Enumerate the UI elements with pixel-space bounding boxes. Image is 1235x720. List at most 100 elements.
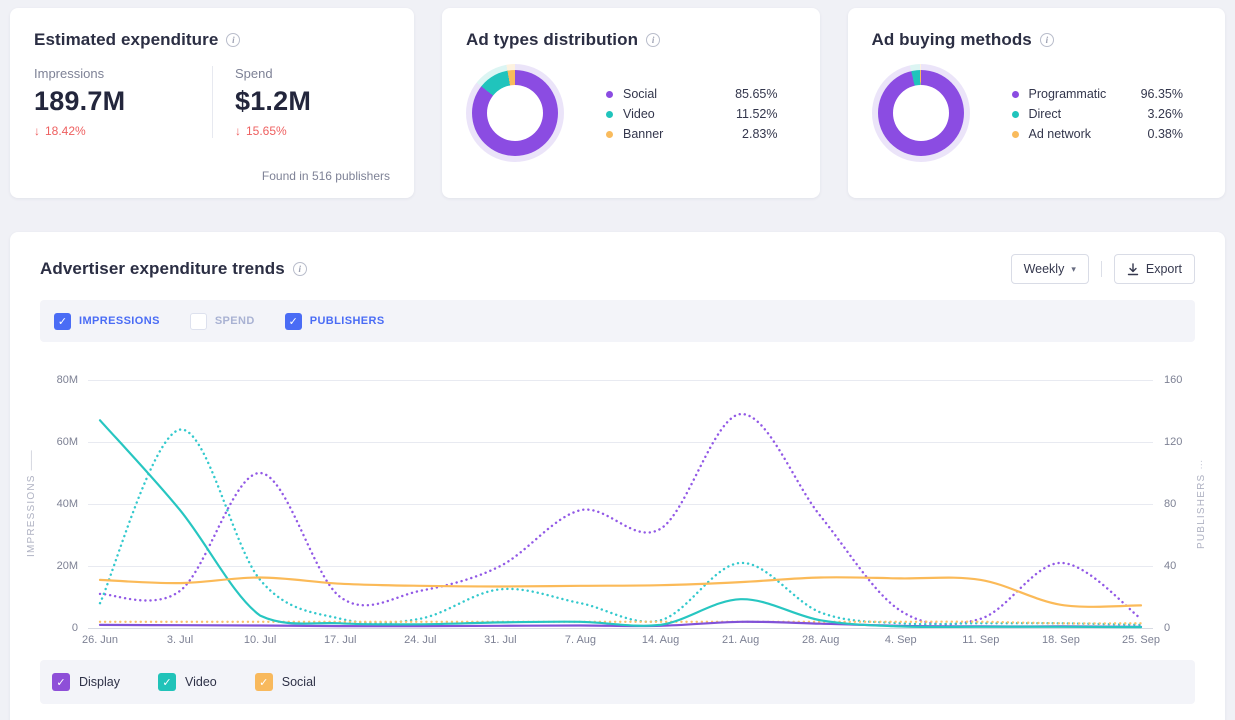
series-legend-bar: ✓ Display ✓ Video ✓ Social bbox=[40, 660, 1195, 704]
series-label: Video bbox=[185, 675, 217, 689]
info-icon[interactable]: i bbox=[226, 33, 240, 47]
metric-toggle-bar: ✓ IMPRESSIONS SPEND ✓ PUBLISHERS bbox=[40, 300, 1195, 342]
checkbox-checked-icon[interactable]: ✓ bbox=[285, 313, 302, 330]
x-axis-tick: 24. Jul bbox=[404, 634, 436, 646]
metric-toggle-spend[interactable]: SPEND bbox=[190, 313, 255, 330]
toggle-label: PUBLISHERS bbox=[310, 315, 385, 327]
series-toggle-video[interactable]: ✓ Video bbox=[158, 673, 217, 691]
ad-buying-donut-chart bbox=[872, 64, 970, 162]
trend-lines bbox=[88, 380, 1153, 628]
legend-label: Social bbox=[623, 87, 657, 101]
legend-row-programmatic: Programmatic 96.35% bbox=[1012, 84, 1184, 104]
x-axis-tick: 4. Sep bbox=[885, 634, 917, 646]
x-axis-tick: 26. Jun bbox=[82, 634, 118, 646]
x-axis-tick: 28. Aug bbox=[802, 634, 839, 646]
card-title: Ad buying methods bbox=[872, 30, 1032, 50]
legend-row-video: Video 11.52% bbox=[606, 104, 778, 124]
card-title: Estimated expenditure bbox=[34, 30, 218, 50]
publishers-footnote: Found in 516 publishers bbox=[262, 169, 390, 183]
legend-label: Programmatic bbox=[1029, 87, 1107, 101]
ad-types-donut-chart bbox=[466, 64, 564, 162]
right-axis-tick: 120 bbox=[1164, 436, 1182, 448]
x-axis-tick: 11. Sep bbox=[962, 634, 999, 646]
toggle-label: SPEND bbox=[215, 315, 255, 327]
toggle-label: IMPRESSIONS bbox=[79, 315, 160, 327]
ad-types-card: Ad types distribution i Social 85.65% Vide… bbox=[442, 8, 820, 198]
delta-value: 15.65% bbox=[246, 124, 287, 138]
info-icon[interactable]: i bbox=[646, 33, 660, 47]
x-axis-tick: 10. Jul bbox=[244, 634, 276, 646]
checkbox-checked-icon[interactable]: ✓ bbox=[52, 673, 70, 691]
series-line-video-publishers bbox=[100, 430, 1141, 625]
trends-header: Advertiser expenditure trends i Weekly ▾… bbox=[40, 254, 1195, 284]
legend-bullet-icon bbox=[1012, 111, 1019, 118]
trends-card: Advertiser expenditure trends i Weekly ▾… bbox=[10, 232, 1225, 720]
legend-label: Ad network bbox=[1029, 127, 1092, 141]
metric-toggle-impressions[interactable]: ✓ IMPRESSIONS bbox=[54, 313, 160, 330]
legend-percentage: 2.83% bbox=[742, 127, 777, 141]
series-label: Display bbox=[79, 675, 120, 689]
legend-label: Banner bbox=[623, 127, 663, 141]
series-line-social-impressions bbox=[100, 577, 1141, 607]
metric-toggle-publishers[interactable]: ✓ PUBLISHERS bbox=[285, 313, 385, 330]
checkbox-checked-icon[interactable]: ✓ bbox=[54, 313, 71, 330]
donut-row: Social 85.65% Video 11.52% Banner 2.83% bbox=[466, 64, 796, 162]
legend-percentage: 96.35% bbox=[1141, 87, 1183, 101]
ad-types-legend: Social 85.65% Video 11.52% Banner 2.83% bbox=[606, 84, 796, 144]
card-header: Ad types distribution i bbox=[466, 30, 796, 50]
series-line-display-publishers bbox=[100, 414, 1141, 624]
donut-hole bbox=[487, 85, 543, 141]
series-line-social-publishers bbox=[100, 622, 1141, 624]
export-button[interactable]: Export bbox=[1114, 254, 1195, 284]
period-select[interactable]: Weekly ▾ bbox=[1011, 254, 1089, 284]
metric-label: Impressions bbox=[34, 66, 212, 81]
series-toggle-social[interactable]: ✓ Social bbox=[255, 673, 316, 691]
legend-row-ad-network: Ad network0.38% bbox=[1012, 124, 1184, 144]
trend-chart: IMPRESSIONS —— PUBLISHERS ··· 0020M4040M… bbox=[40, 380, 1195, 648]
metric-label: Spend bbox=[235, 66, 390, 81]
info-icon[interactable]: i bbox=[1040, 33, 1054, 47]
legend-percentage: 3.26% bbox=[1148, 107, 1183, 121]
checkbox-checked-icon[interactable]: ✓ bbox=[255, 673, 273, 691]
metrics: Impressions 189.7M ↓ 18.42% Spend $1.2M … bbox=[34, 66, 390, 138]
export-label: Export bbox=[1146, 262, 1182, 276]
delta-value: 18.42% bbox=[45, 124, 86, 138]
checkbox-checked-icon[interactable]: ✓ bbox=[158, 673, 176, 691]
right-axis-tick: 160 bbox=[1164, 374, 1182, 386]
info-icon[interactable]: i bbox=[293, 262, 307, 276]
legend-percentage: 11.52% bbox=[736, 107, 777, 121]
left-axis-tick: 20M bbox=[57, 560, 78, 572]
legend-bullet-icon bbox=[1012, 91, 1019, 98]
checkbox-unchecked-icon[interactable] bbox=[190, 313, 207, 330]
controls-divider bbox=[1101, 261, 1102, 277]
legend-bullet-icon bbox=[606, 111, 613, 118]
right-axis-title: PUBLISHERS ··· bbox=[1196, 380, 1207, 628]
down-arrow-icon: ↓ bbox=[34, 124, 40, 138]
ad-buying-legend: Programmatic 96.35% Direct 3.26% Ad network0… bbox=[1012, 84, 1202, 144]
x-axis-tick: 7. Aug bbox=[565, 634, 596, 646]
legend-percentage: 85.65% bbox=[735, 87, 777, 101]
right-axis-tick: 80 bbox=[1164, 498, 1176, 510]
series-toggle-display[interactable]: ✓ Display bbox=[52, 673, 120, 691]
right-axis-tick: 40 bbox=[1164, 560, 1176, 572]
metric-delta: ↓ 15.65% bbox=[235, 124, 390, 138]
solid-line-style-glyph: —— bbox=[26, 451, 37, 471]
legend-bullet-icon bbox=[606, 131, 613, 138]
left-axis-tick: 0 bbox=[72, 622, 78, 634]
chevron-down-icon: ▾ bbox=[1071, 264, 1076, 275]
legend-label: Direct bbox=[1029, 107, 1062, 121]
legend-label: Video bbox=[623, 107, 655, 121]
metric-value: $1.2M bbox=[235, 86, 390, 117]
spend-metric: Spend $1.2M ↓ 15.65% bbox=[212, 66, 390, 138]
estimated-expenditure-card: Estimated expenditure i Impressions 189.… bbox=[10, 8, 414, 198]
down-arrow-icon: ↓ bbox=[235, 124, 241, 138]
metric-value: 189.7M bbox=[34, 86, 212, 117]
left-axis-tick: 80M bbox=[57, 374, 78, 386]
trends-title: Advertiser expenditure trends bbox=[40, 259, 285, 279]
download-icon bbox=[1127, 263, 1139, 276]
series-label: Social bbox=[282, 675, 316, 689]
trends-controls: Weekly ▾ Export bbox=[1011, 254, 1195, 284]
trend-plot-area: 0020M4040M8060M12080M16026. Jun3. Jul10.… bbox=[88, 380, 1153, 628]
x-axis-tick: 17. Jul bbox=[324, 634, 356, 646]
x-axis-tick: 21. Aug bbox=[722, 634, 759, 646]
